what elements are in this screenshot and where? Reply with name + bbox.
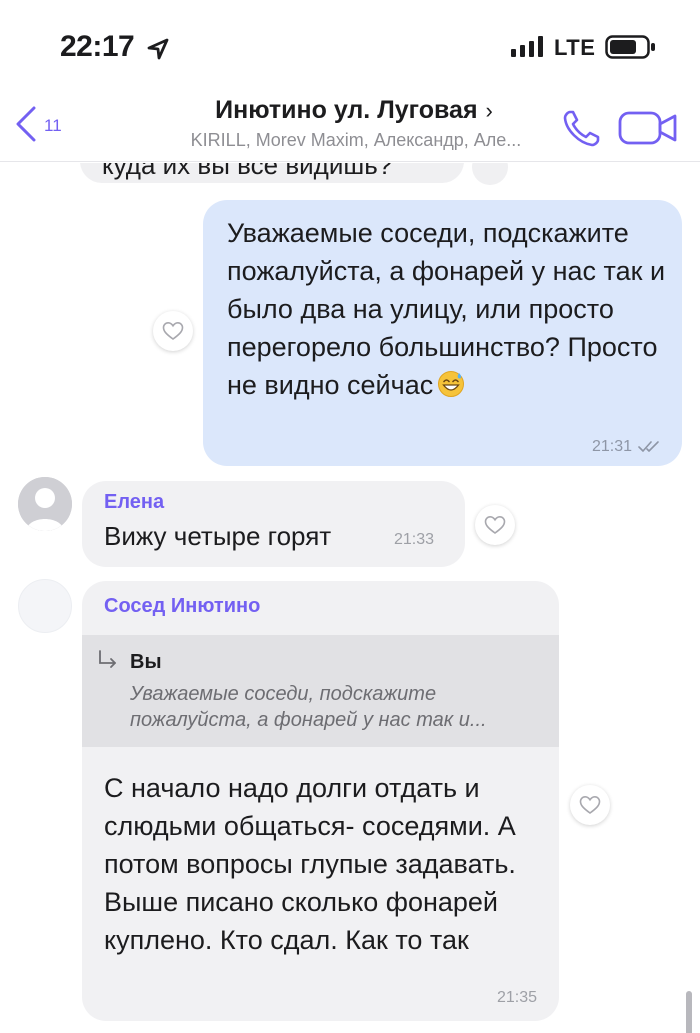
sosed-message-text: С начало надо долги отдать и слюдьми общ… — [104, 773, 516, 955]
previous-message-bubble[interactable]: куда их вы всё видишь? — [80, 163, 464, 183]
heart-icon — [579, 795, 601, 814]
avatar-sosed[interactable] — [18, 579, 72, 633]
sosed-message-bubble[interactable]: Сосед Инютино Вы Уважаемые соседи, подск… — [82, 581, 559, 1021]
status-bar: 22:17 LTE — [0, 0, 700, 90]
outgoing-message-meta: 21:31 — [592, 438, 664, 456]
elena-message-bubble[interactable]: Елена Вижу четыре горят 21:33 — [82, 481, 465, 567]
sender-name[interactable]: Елена — [104, 491, 164, 514]
phone-call-button[interactable] — [560, 106, 604, 150]
video-call-button[interactable] — [617, 108, 681, 148]
heart-icon — [162, 321, 184, 340]
quoted-reply[interactable]: Вы Уважаемые соседи, подскажите пожалуйс… — [82, 635, 559, 747]
chat-messages[interactable]: куда их вы всё видишь? Уважаемые соседи,… — [0, 163, 700, 1033]
avatar-elena[interactable] — [18, 477, 72, 531]
sender-name[interactable]: Сосед Инютино — [104, 595, 260, 618]
network-type: LTE — [554, 35, 596, 60]
signal-bars-icon — [511, 36, 543, 57]
previous-like-button[interactable] — [472, 163, 508, 185]
reply-arrow-icon — [99, 650, 116, 668]
battery-icon — [605, 35, 655, 59]
chat-header: 11 Инютино ул. Луговая › KIRILL, Morev Ma… — [0, 90, 700, 162]
chevron-right-icon: › — [485, 98, 493, 123]
elena-message-time: 21:33 — [394, 531, 435, 548]
reply-author: Вы — [130, 651, 162, 673]
read-double-check-icon — [638, 441, 659, 452]
heart-icon — [484, 515, 506, 534]
grinning-sweat-emoji — [438, 371, 465, 397]
status-time: 22:17 — [60, 30, 135, 63]
location-arrow-icon — [147, 38, 169, 60]
elena-message-text: Вижу четыре горят — [104, 521, 332, 551]
like-button-elena[interactable] — [475, 505, 515, 545]
like-button-sosed[interactable] — [570, 785, 610, 825]
previous-message-text: куда их вы всё видишь? — [102, 163, 393, 180]
default-avatar-icon — [18, 477, 72, 531]
reply-text: Уважаемые соседи, подскажите пожалуйста,… — [130, 683, 487, 731]
outgoing-message: Уважаемые соседи, подскажите пожалуйста,… — [227, 214, 667, 404]
chat-title-text[interactable]: Инютино ул. Луговая — [215, 96, 477, 124]
sosed-message-time: 21:35 — [496, 989, 537, 1006]
like-button-outgoing[interactable] — [153, 311, 193, 351]
outgoing-message-time: 21:31 — [591, 438, 632, 455]
scroll-indicator[interactable] — [686, 991, 692, 1033]
outgoing-message-bubble[interactable]: Уважаемые соседи, подскажите пожалуйста,… — [203, 200, 682, 466]
